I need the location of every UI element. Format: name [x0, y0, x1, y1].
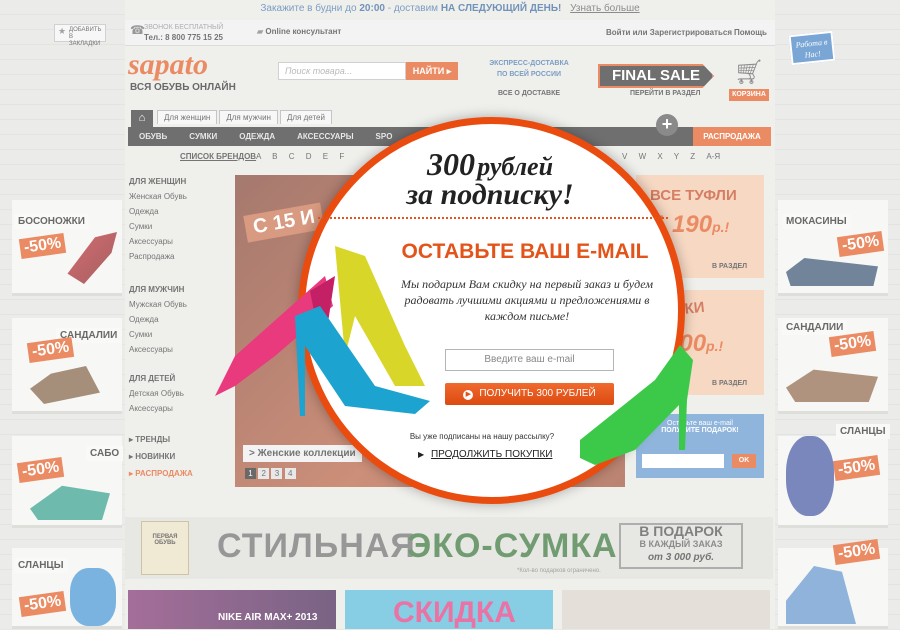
arrow-right-icon: ▶ [418, 450, 425, 459]
play-icon: ▶ [463, 390, 474, 400]
close-icon[interactable]: + [656, 114, 678, 136]
continue-shopping-link[interactable]: ▶ ПРОДОЛЖИТЬ ПОКУПКИ [418, 449, 552, 460]
popup-title-line-2: за подписку! [406, 178, 574, 211]
green-shoe [580, 345, 693, 465]
popup-divider [318, 217, 668, 219]
popup-title-word: рублей [477, 152, 554, 181]
already-subscribed: Вы уже подписаны на нашу рассылку? [409, 432, 555, 441]
shoes-illustration [215, 246, 430, 416]
green-shoe-illustration [580, 345, 693, 465]
popup-title-number: 300 [426, 146, 475, 182]
continue-label: ПРОДОЛЖИТЬ ПОКУПКИ [430, 449, 553, 460]
